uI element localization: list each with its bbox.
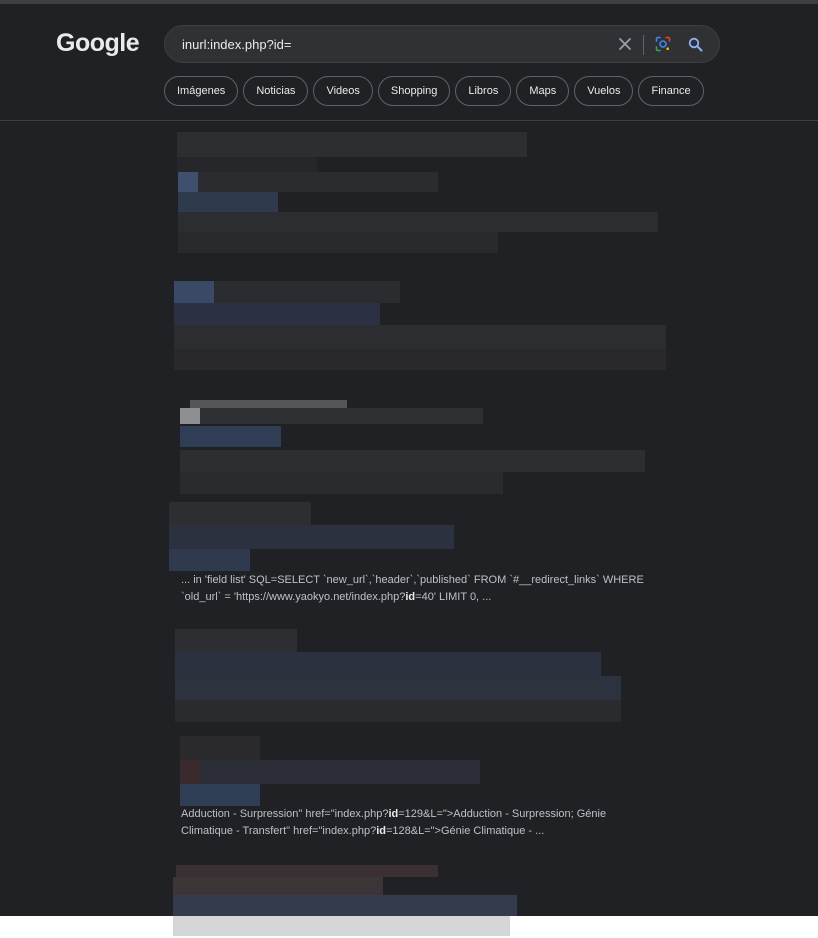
snippet-highlight: id [376,825,386,837]
chip-videos[interactable]: Videos [313,76,373,106]
google-logo[interactable]: Google [56,29,140,58]
snippet-text: Adduction - Surpression" href="index.php… [181,808,389,820]
snippet-line: ... in 'field list' SQL=SELECT `new_url`… [181,574,644,586]
google-lens-icon[interactable] [653,34,673,54]
overflow-redaction [173,916,510,936]
snippet-text: =128&L=">Génie Climatique - ... [386,825,545,837]
snippet-line: `old_url` = 'https://www.yaokyo.net/inde… [181,589,681,606]
chip-libros[interactable]: Libros [455,76,512,106]
search-results-page: Google inurl:index.php?id= Imágenes Noti… [0,4,818,916]
chip-imagenes[interactable]: Imágenes [164,76,239,106]
snippet-text: `old_url` = 'https://www.yaokyo.net/inde… [181,591,406,603]
search-bar-separator [643,35,644,55]
chip-vuelos[interactable]: Vuelos [574,76,634,106]
filter-chips: Imágenes Noticias Videos Shopping Libros… [164,76,709,106]
header-divider [0,120,818,121]
search-input[interactable]: inurl:index.php?id= [182,37,292,52]
chip-maps[interactable]: Maps [516,76,570,106]
snippet-text: Climatique - Transfert" href="index.php? [181,825,377,837]
search-bar[interactable]: inurl:index.php?id= [164,25,720,63]
snippet-line: Climatique - Transfert" href="index.php?… [181,823,681,840]
close-icon[interactable] [615,34,635,54]
search-icon[interactable] [685,34,705,54]
snippet-highlight: id [405,591,416,603]
snippet-highlight: id [388,808,399,820]
snippet-line: Adduction - Surpression" href="index.php… [181,806,681,823]
result-3-snippet: ... in 'field list' SQL=SELECT `new_url`… [181,572,681,606]
result-5-snippet: Adduction - Surpression" href="index.php… [181,806,681,840]
chip-noticias[interactable]: Noticias [243,76,309,106]
chip-shopping[interactable]: Shopping [377,76,451,106]
snippet-text: =40' LIMIT 0, ... [415,591,492,603]
snippet-text: =129&L=">Adduction - Surpression; Génie [398,808,607,820]
chip-finance[interactable]: Finance [638,76,704,106]
